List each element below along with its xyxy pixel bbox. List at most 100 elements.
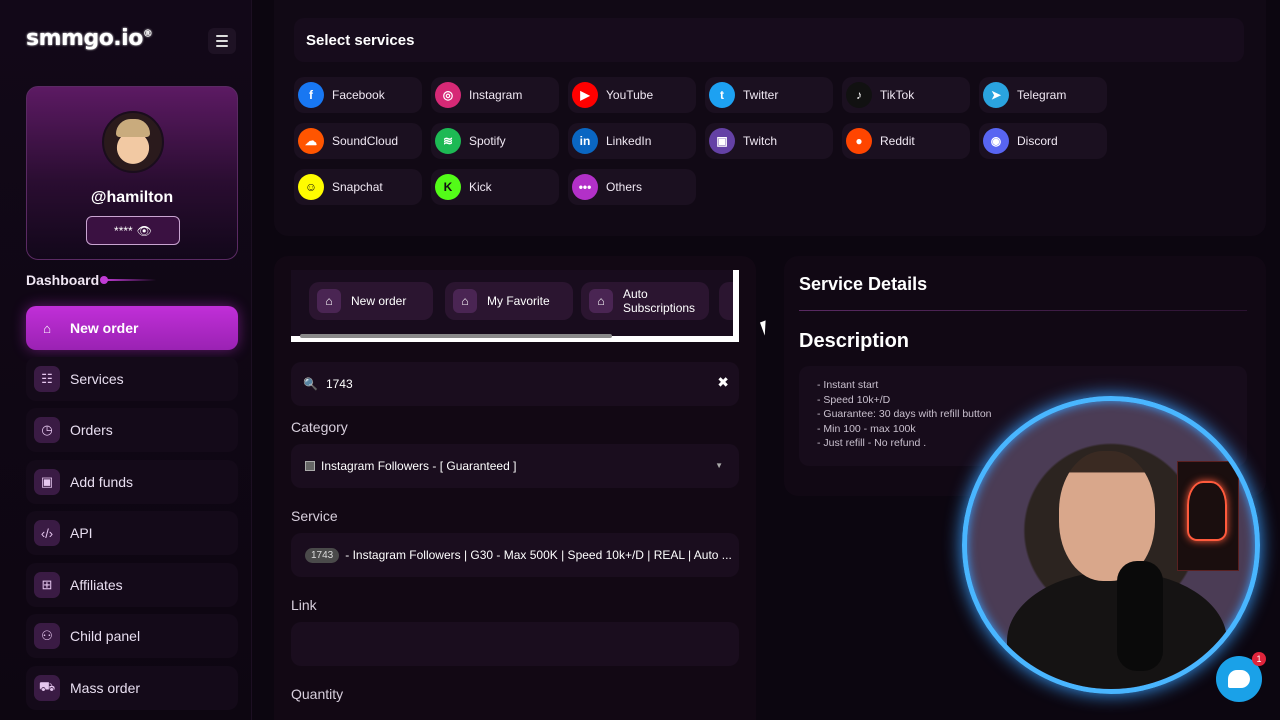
category-icon bbox=[305, 461, 315, 471]
service-youtube-button[interactable]: ▶ YouTube bbox=[568, 77, 696, 113]
sidebar-item-add-funds[interactable]: ▣ Add funds bbox=[26, 460, 238, 504]
service-value: - Instagram Followers | G30 - Max 500K |… bbox=[345, 548, 732, 562]
service-twitch-button[interactable]: ▣ Twitch bbox=[705, 123, 833, 159]
service-snapchat-button[interactable]: ☺ Snapchat bbox=[294, 169, 422, 205]
facebook-icon: f bbox=[298, 82, 324, 108]
search-input[interactable]: 🔍 1743 ✖ bbox=[291, 362, 739, 406]
twitter-icon: t bbox=[709, 82, 735, 108]
category-value: Instagram Followers - [ Guaranteed ] bbox=[321, 459, 517, 473]
eye-icon: 👁 bbox=[136, 223, 152, 238]
chevron-down-icon: ▼ bbox=[715, 461, 723, 470]
sidebar-item-label: Add funds bbox=[70, 474, 134, 490]
linkedin-icon: in bbox=[572, 128, 598, 154]
sidebar-item-new-order[interactable]: ⌂ New order bbox=[26, 306, 238, 350]
tabs-scrollbar[interactable] bbox=[300, 334, 612, 338]
details-divider bbox=[799, 310, 1247, 311]
balance-masked: **** bbox=[114, 223, 133, 238]
sidebar-item-label: Mass order bbox=[70, 680, 141, 696]
clock-icon: ◷ bbox=[34, 417, 60, 443]
microphone-image bbox=[1117, 561, 1163, 671]
spotify-icon: ≋ bbox=[435, 128, 461, 154]
service-label: Service bbox=[291, 508, 338, 524]
menu-toggle-button[interactable] bbox=[208, 28, 236, 54]
service-kick-button[interactable]: K Kick bbox=[431, 169, 559, 205]
telegram-icon: ➤ bbox=[983, 82, 1009, 108]
service-details-title: Service Details bbox=[799, 274, 928, 294]
service-label: Instagram bbox=[469, 88, 523, 102]
service-label: SoundCloud bbox=[332, 134, 399, 148]
category-label: Category bbox=[291, 419, 348, 435]
link-input[interactable] bbox=[291, 622, 739, 666]
service-reddit-button[interactable]: ● Reddit bbox=[842, 123, 970, 159]
search-icon: 🔍 bbox=[303, 377, 318, 391]
home-icon: ⌂ bbox=[453, 289, 477, 313]
service-label: LinkedIn bbox=[606, 134, 652, 148]
service-label: Reddit bbox=[880, 134, 915, 148]
services-panel: Select services bbox=[274, 0, 1266, 236]
tab-label: My Favorite bbox=[487, 294, 550, 308]
service-instagram-button[interactable]: ◎ Instagram bbox=[431, 77, 559, 113]
sidebar-item-api[interactable]: ‹/› API bbox=[26, 511, 238, 555]
service-label: Telegram bbox=[1017, 88, 1067, 102]
tiktok-icon: ♪ bbox=[846, 82, 872, 108]
home-icon: ⌂ bbox=[589, 289, 613, 313]
service-facebook-button[interactable]: f Facebook bbox=[294, 77, 422, 113]
mouse-cursor bbox=[759, 318, 777, 336]
sidebar: smmgo.io® @hamilton **** 👁 Dashboard ⌂ N… bbox=[0, 0, 252, 720]
category-select[interactable]: Instagram Followers - [ Guaranteed ] ▼ bbox=[291, 444, 739, 488]
sidebar-item-child-panel[interactable]: ⚇ Child panel bbox=[26, 614, 238, 658]
order-panel: ⌂ New order ⌂ My Favorite ⌂ Auto Subscri… bbox=[274, 256, 756, 720]
service-spotify-button[interactable]: ≋ Spotify bbox=[431, 123, 559, 159]
sidebar-item-label: New order bbox=[70, 320, 139, 336]
sidebar-item-mass-order[interactable]: ⛟ Mass order bbox=[26, 666, 238, 710]
service-soundcloud-button[interactable]: ☁ SoundCloud bbox=[294, 123, 422, 159]
service-discord-button[interactable]: ◉ Discord bbox=[979, 123, 1107, 159]
twitch-icon: ▣ bbox=[709, 128, 735, 154]
wallet-icon: ▣ bbox=[34, 469, 60, 495]
balance-toggle-button[interactable]: **** 👁 bbox=[86, 216, 180, 245]
service-label: Others bbox=[606, 180, 643, 194]
service-select[interactable]: 1743 - Instagram Followers | G30 - Max 5… bbox=[291, 533, 739, 577]
profile-card: @hamilton **** 👁 bbox=[26, 86, 238, 260]
tab-new-order[interactable]: ⌂ New order bbox=[309, 282, 433, 320]
instagram-icon: ◎ bbox=[435, 82, 461, 108]
sidebar-item-label: Affiliates bbox=[70, 577, 123, 593]
dashboard-divider bbox=[104, 279, 156, 281]
description-title: Description bbox=[799, 330, 910, 352]
youtube-icon: ▶ bbox=[572, 82, 598, 108]
service-id-badge: 1743 bbox=[305, 547, 340, 563]
service-label: TikTok bbox=[880, 88, 915, 102]
username: @hamilton bbox=[90, 189, 174, 206]
quantity-label: Quantity bbox=[291, 686, 344, 702]
sidebar-item-label: Services bbox=[70, 371, 124, 387]
user-icon: ⚇ bbox=[34, 623, 60, 649]
description-line: - Speed 10k+/D bbox=[817, 393, 891, 406]
code-icon: ‹/› bbox=[34, 520, 60, 546]
services-title: Select services bbox=[294, 18, 1244, 62]
service-label: YouTube bbox=[606, 88, 654, 102]
sidebar-item-services[interactable]: ☷ Services bbox=[26, 357, 238, 401]
gift-icon: ⊞ bbox=[34, 572, 60, 598]
tab-more[interactable] bbox=[719, 282, 733, 320]
service-twitter-button[interactable]: t Twitter bbox=[705, 77, 833, 113]
service-label: Discord bbox=[1017, 134, 1058, 148]
close-icon[interactable]: ✖ bbox=[717, 374, 729, 391]
service-label: Twitter bbox=[743, 88, 779, 102]
reddit-icon: ● bbox=[846, 128, 872, 154]
home-icon: ⌂ bbox=[317, 289, 341, 313]
list-icon: ☷ bbox=[34, 366, 60, 392]
chat-icon bbox=[1228, 670, 1250, 688]
service-telegram-button[interactable]: ➤ Telegram bbox=[979, 77, 1107, 113]
service-tiktok-button[interactable]: ♪ TikTok bbox=[842, 77, 970, 113]
service-linkedin-button[interactable]: in LinkedIn bbox=[568, 123, 696, 159]
sidebar-item-label: Child panel bbox=[70, 628, 141, 644]
tab-my-favorite[interactable]: ⌂ My Favorite bbox=[445, 282, 573, 320]
sidebar-item-orders[interactable]: ◷ Orders bbox=[26, 408, 238, 452]
service-label: Spotify bbox=[469, 134, 506, 148]
search-value: 1743 bbox=[325, 377, 353, 391]
service-label: Kick bbox=[469, 180, 492, 194]
service-others-button[interactable]: ••• Others bbox=[568, 169, 696, 205]
tab-auto-subscriptions[interactable]: ⌂ Auto Subscriptions bbox=[581, 282, 709, 320]
sidebar-item-affiliates[interactable]: ⊞ Affiliates bbox=[26, 563, 238, 607]
logo[interactable]: smmgo.io® bbox=[26, 26, 153, 51]
